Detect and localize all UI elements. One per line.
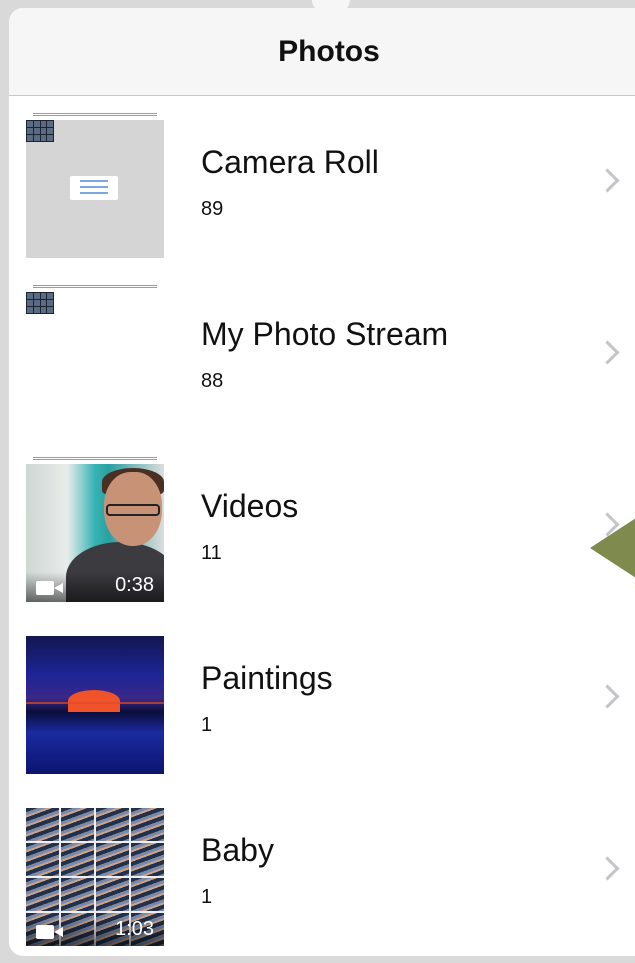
popover-arrow [312,0,350,12]
album-count: 1 [201,886,213,908]
album-list: Camera Roll 89 My Photo Stream 88 0:38 V… [9,96,635,956]
album-thumbnail: 0:38 [26,456,164,602]
photo-stream-thumbnail [26,292,164,430]
album-count: 89 [201,198,224,220]
baby-thumbnail: 1:03 [26,808,164,946]
album-title: My Photo Stream [201,316,449,352]
album-thumbnail [26,284,164,430]
stack-indicator [30,456,160,462]
video-camera-icon [36,925,64,939]
chevron-right-icon [595,684,620,709]
album-row-baby[interactable]: 1:03 Baby 1 [9,784,635,956]
album-row-videos[interactable]: 0:38 Videos 11 [9,440,635,612]
stack-indicator [30,112,160,118]
photos-popover: Photos Camera Roll 89 My Photo Stream 88… [9,8,635,956]
album-row-paintings[interactable]: Paintings 1 [9,612,635,784]
album-row-camera-roll[interactable]: Camera Roll 89 [9,96,635,268]
navigation-bar: Photos [9,8,635,96]
photo-grid-preview [26,292,54,314]
video-camera-icon [36,581,64,595]
video-duration: 1:03 [115,918,154,940]
album-thumbnail: 1:03 [26,800,164,946]
camera-roll-thumbnail [26,120,164,258]
album-count: 11 [201,542,222,564]
album-title: Camera Roll [201,144,379,180]
album-thumbnail [26,628,164,774]
videos-thumbnail: 0:38 [26,464,164,602]
chevron-right-icon [595,340,620,365]
photo-grid-preview [26,120,54,142]
album-title: Baby [201,832,274,868]
page-title: Photos [278,35,380,68]
annotation-arrow [590,518,635,578]
album-count: 88 [201,370,224,392]
album-row-my-photo-stream[interactable]: My Photo Stream 88 [9,268,635,440]
stack-indicator [30,284,160,290]
video-duration: 0:38 [115,574,154,596]
action-sheet-preview [70,176,118,200]
album-thumbnail [26,112,164,258]
chevron-right-icon [595,856,620,881]
album-title: Paintings [201,660,333,696]
album-count: 1 [201,714,213,736]
album-title: Videos [201,488,299,524]
paintings-thumbnail [26,636,164,774]
chevron-right-icon [595,168,620,193]
